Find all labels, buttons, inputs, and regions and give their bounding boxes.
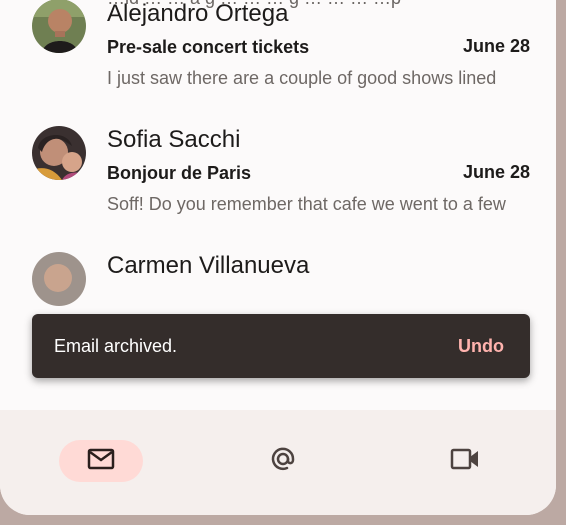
avatar (32, 126, 86, 180)
at-sign-icon (269, 445, 297, 478)
snackbar: Email archived. Undo (32, 314, 530, 378)
email-date: June 28 (462, 162, 530, 182)
email-subject: Pre-sale concert tickets (107, 37, 310, 57)
video-icon (450, 448, 480, 475)
avatar (32, 0, 86, 53)
list-item[interactable]: Alejandro Ortega Pre-sale concert ticket… (0, 0, 556, 130)
email-preview: I just saw there are a couple of good sh… (107, 68, 497, 88)
sender-name: Carmen Villanueva (107, 252, 310, 279)
email-date: June 28 (462, 36, 530, 56)
bottom-navigation-bar (0, 410, 556, 515)
undo-button[interactable]: Undo (458, 336, 504, 357)
avatar (32, 252, 86, 306)
sender-name: Alejandro Ortega (107, 0, 289, 27)
email-preview: Soff! Do you remember that cafe we went … (107, 194, 506, 214)
nav-mentions[interactable] (241, 440, 325, 482)
app-screen: …ld … … a g … … … g … … … …p Alejandro O… (0, 0, 556, 515)
email-subject: Bonjour de Paris (107, 163, 252, 183)
nav-video[interactable] (423, 440, 507, 482)
list-item[interactable]: Sofia Sacchi Bonjour de Paris June 28 So… (0, 126, 556, 256)
sender-name: Sofia Sacchi (107, 126, 241, 153)
mail-icon (87, 448, 115, 475)
nav-inbox[interactable] (59, 440, 143, 482)
snackbar-message: Email archived. (54, 336, 178, 356)
